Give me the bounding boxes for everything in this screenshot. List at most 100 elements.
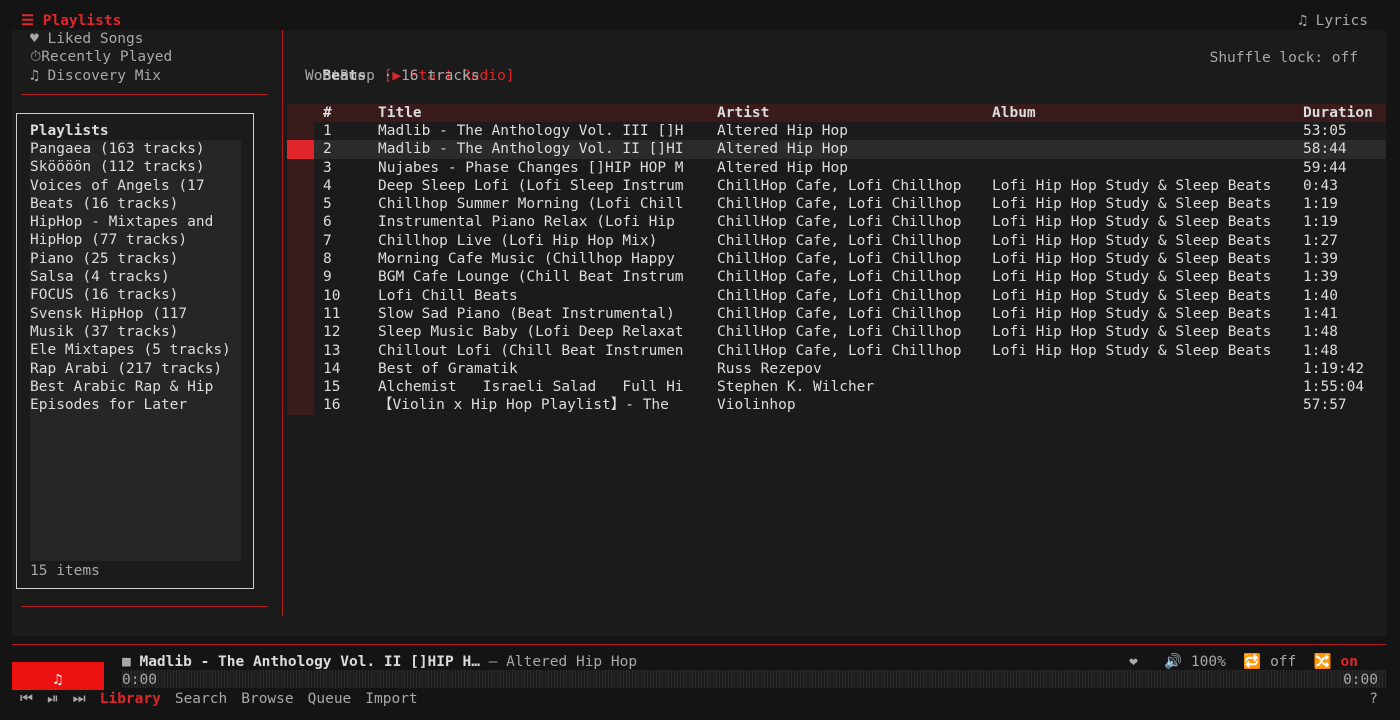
track-title: Deep Sleep Lofi (Lofi Sleep Instrum — [378, 177, 684, 194]
track-duration: 53:05 — [1303, 123, 1347, 139]
table-header: # Title Artist Album Duration — [287, 104, 1386, 123]
table-row[interactable]: 1 Madlib - The Anthology Vol. III []H Alte… — [287, 122, 1386, 141]
table-row[interactable]: 10 Lofi Chill Beats ChillHop Cafe, Lofi Ch… — [287, 286, 1386, 305]
track-duration: 1:19:42 — [1303, 360, 1365, 377]
column-header-title[interactable]: Title — [378, 104, 703, 122]
column-header-album[interactable]: Album — [992, 104, 1292, 122]
table-row[interactable]: 6 Instrumental Piano Relax (Lofi Hip Chill… — [287, 213, 1386, 232]
table-row[interactable]: 8 Morning Cafe Music (Chillhop Happy Chill… — [287, 250, 1386, 269]
progress-bar[interactable] — [122, 670, 1386, 688]
playlists-menu-button[interactable]: ☰ Playlists — [21, 12, 121, 30]
row-marker — [287, 396, 314, 415]
row-marker — [287, 359, 314, 379]
table-row[interactable]: 3 Nujabes - Phase Changes []HIP HOP M Alte… — [287, 158, 1386, 177]
track-number: 11 — [323, 305, 341, 322]
track-title: Best of Gramatik — [378, 360, 518, 377]
playlist-item[interactable]: Piano (25 tracks) — [30, 250, 241, 268]
table-row[interactable]: 11 Slow Sad Piano (Beat Instrumental) Chil… — [287, 304, 1386, 324]
track-title: Nujabes - Phase Changes []HIP HOP M — [378, 159, 684, 176]
track-number: 5 — [323, 196, 332, 213]
repeat-icon[interactable]: 🔁 — [1243, 654, 1261, 670]
column-header-artist[interactable]: Artist — [717, 104, 987, 122]
now-playing-info: ■ Madlib - The Anthology Vol. II []HIP H… — [122, 653, 637, 671]
table-row[interactable]: 7 Chillhop Live (Lofi Hip Hop Mix) ChillHo… — [287, 231, 1386, 251]
repeat-status[interactable]: off — [1270, 654, 1296, 670]
shuffle-lock-toggle[interactable]: Shuffle lock: off — [1210, 49, 1358, 67]
table-row[interactable]: 4 Deep Sleep Lofi (Lofi Sleep Instrum Chil… — [287, 176, 1386, 196]
recently-played-item[interactable]: ⏱Recently Played — [30, 48, 172, 66]
volume-level[interactable]: 100% — [1191, 654, 1226, 670]
track-number: 16 — [323, 397, 341, 414]
track-duration: 57:57 — [1303, 397, 1347, 414]
table-row[interactable]: 12 Sleep Music Baby (Lofi Deep Relaxat Chi… — [287, 323, 1386, 342]
next-track-icon[interactable]: ⏭ — [73, 691, 86, 707]
discovery-mix-item[interactable]: ♫ Discovery Mix — [30, 67, 172, 85]
track-artist: ChillHop Cafe, Lofi Chillhop — [717, 177, 962, 194]
track-artist: ChillHop Cafe, Lofi Chillhop — [717, 305, 962, 322]
track-number: 4 — [323, 177, 332, 194]
tab-import[interactable]: Import — [365, 691, 417, 707]
track-duration: 1:41 — [1303, 305, 1338, 322]
playlist-item[interactable]: Voices of Angels (17 — [30, 177, 241, 195]
track-duration: 58:44 — [1303, 141, 1347, 158]
tab-search[interactable]: Search — [175, 691, 227, 707]
row-marker — [287, 268, 314, 287]
table-row[interactable]: 14 Best of Gramatik Russ Rezepov 1:19:42 — [287, 359, 1386, 379]
tab-library[interactable]: Library — [100, 691, 161, 707]
playlists-list[interactable]: Pangaea (163 tracks) Sköööön (112 tracks… — [30, 140, 241, 561]
previous-track-icon[interactable]: ⏮ — [20, 691, 33, 707]
heart-icon[interactable]: ❤ — [1129, 654, 1138, 670]
track-duration: 1:27 — [1303, 232, 1338, 249]
table-row[interactable]: 9 BGM Cafe Lounge (Chill Beat Instrum Chil… — [287, 268, 1386, 287]
playlist-item[interactable]: Rap Arabi (217 tracks) — [30, 360, 241, 378]
track-artist: Russ Rezepov — [717, 360, 822, 377]
track-number: 13 — [323, 342, 341, 359]
table-row[interactable]: 5 Chillhop Summer Morning (Lofi Chill Chil… — [287, 195, 1386, 214]
playlist-item[interactable]: Episodes for Later — [30, 396, 241, 414]
playlist-item[interactable]: Salsa (4 tracks) — [30, 268, 241, 286]
table-row[interactable]: 13 Chillout Lofi (Chill Beat Instrumen Chi… — [287, 341, 1386, 360]
table-row-selected[interactable]: 2 Madlib - The Anthology Vol. II []HI Alte… — [287, 140, 1386, 159]
playlist-item[interactable]: Musik (37 tracks) — [30, 323, 241, 341]
playlist-item[interactable]: Beats (16 tracks) — [30, 195, 241, 213]
track-duration: 1:40 — [1303, 287, 1338, 304]
playlist-item[interactable]: Svensk HipHop (117 — [30, 305, 241, 323]
playlist-item[interactable]: HipHop - Mixtapes and — [30, 213, 241, 231]
row-marker — [287, 250, 314, 269]
help-button[interactable]: ? — [1369, 690, 1378, 708]
track-duration: 1:48 — [1303, 324, 1338, 341]
track-title: Chillhop Summer Morning (Lofi Chill — [378, 196, 684, 213]
row-marker — [287, 323, 314, 342]
row-marker — [287, 176, 314, 196]
volume-icon[interactable]: 🔊 — [1164, 654, 1182, 670]
lyrics-button[interactable]: ♫ Lyrics — [1298, 12, 1368, 30]
tab-queue[interactable]: Queue — [308, 691, 352, 707]
playlist-item[interactable]: FOCUS (16 tracks) — [30, 286, 241, 304]
playlist-item[interactable]: Sköööön (112 tracks) — [30, 158, 241, 176]
track-duration: 1:39 — [1303, 251, 1338, 268]
playlist-item[interactable]: Best Arabic Rap & Hip — [30, 378, 241, 396]
shuffle-icon[interactable]: 🔀 — [1314, 654, 1332, 670]
track-duration: 1:48 — [1303, 342, 1338, 359]
track-duration: 59:44 — [1303, 159, 1347, 176]
play-pause-icon[interactable]: ⏯ — [47, 691, 59, 707]
tab-browse[interactable]: Browse — [241, 691, 293, 707]
playlist-item[interactable]: HipHop (77 tracks) — [30, 231, 241, 249]
shuffle-status[interactable]: on — [1341, 654, 1358, 670]
liked-songs-item[interactable]: ♥ Liked Songs — [30, 30, 172, 48]
playlist-item[interactable]: Ele Mixtapes (5 tracks) — [30, 341, 241, 359]
column-header-duration[interactable]: Duration — [1303, 104, 1393, 122]
row-marker — [287, 140, 314, 159]
column-header-number[interactable]: # — [323, 104, 373, 122]
playlist-item[interactable]: Pangaea (163 tracks) — [30, 140, 241, 158]
track-artist: Violinhop — [717, 397, 796, 414]
track-duration: 1:55:04 — [1303, 379, 1365, 396]
track-album: Lofi Hip Hop Study & Sleep Beats — [992, 305, 1272, 322]
table-row[interactable]: 16 【Violin x Hip Hop Playlist】- The Violin… — [287, 396, 1386, 415]
track-artist: Stephen K. Wilcher — [717, 379, 875, 396]
track-artist: ChillHop Cafe, Lofi Chillhop — [717, 342, 962, 359]
table-row[interactable]: 15 Alchemist Israeli Salad Full Hi Stephen… — [287, 378, 1386, 397]
track-artist: ChillHop Cafe, Lofi Chillhop — [717, 269, 962, 286]
remaining-time: 0:00 — [1343, 672, 1378, 688]
track-number: 8 — [323, 251, 332, 268]
